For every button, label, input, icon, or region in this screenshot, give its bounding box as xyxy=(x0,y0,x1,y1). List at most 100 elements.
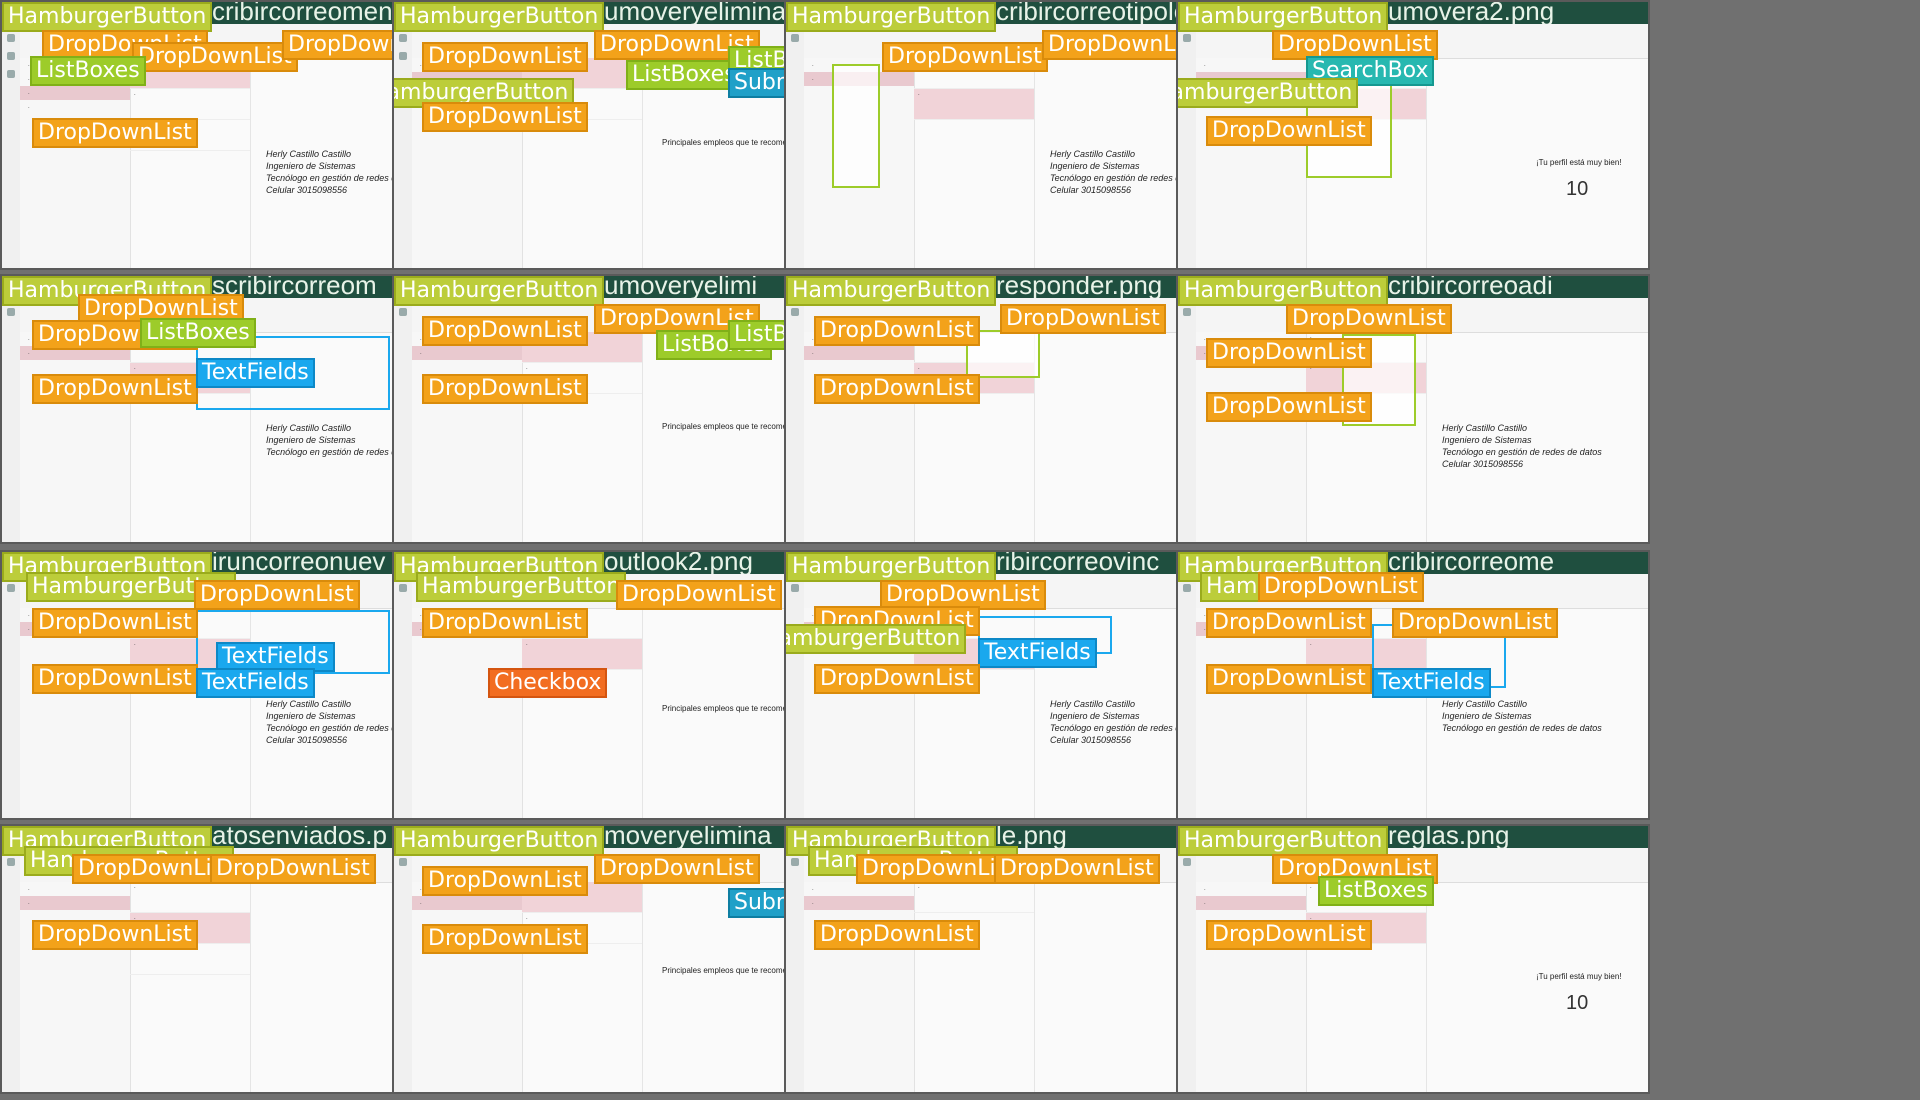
app-rail xyxy=(2,24,21,268)
message-list: .. xyxy=(522,332,643,542)
folder-pane: .. xyxy=(1196,882,1307,1092)
dropdown-label: DropDownList xyxy=(994,854,1160,884)
signature-name: Herly Castillo Castillo xyxy=(1442,699,1528,709)
hamburger-button-label: HamburgerButton xyxy=(786,276,997,306)
mail-icon[interactable] xyxy=(399,34,407,42)
tile-4: umovera2.png .. .. ¡Tu perfil está muy b… xyxy=(1178,2,1648,268)
listboxes-label: ListBoxes xyxy=(30,56,146,86)
dropdown-label: DropDownList xyxy=(194,580,360,610)
dropdown-label: DropDownList xyxy=(1206,920,1372,950)
app-rail xyxy=(786,298,805,542)
signature: Herly Castillo Castillo Ingeniero de Sis… xyxy=(1442,422,1602,470)
calendar-icon[interactable] xyxy=(7,52,15,60)
profile-title: ¡Tu perfil está muy bien! xyxy=(1536,158,1622,167)
dropdown-label: DropDownList xyxy=(32,664,198,694)
mail-icon[interactable] xyxy=(7,584,15,592)
message-list: ... xyxy=(130,58,251,268)
dropdown-label: DropDownList xyxy=(814,664,980,694)
app-rail xyxy=(394,24,413,268)
folder-pane: .. xyxy=(20,882,131,1092)
message-list: .. xyxy=(1306,882,1427,1092)
message-list: . xyxy=(914,882,1035,1092)
file-name: umoveryelimina xyxy=(604,2,787,24)
signature-degree: Tecnólogo en gestión de redes de datos xyxy=(1442,723,1602,733)
mail-icon[interactable] xyxy=(399,584,407,592)
profile-title: ¡Tu perfil está muy bien! xyxy=(1536,972,1622,981)
mail-icon[interactable] xyxy=(791,34,799,42)
tile-8: cribircorreoadi .. .. Herly Castillo Cas… xyxy=(1178,276,1648,542)
dropdown-label: DropDownList xyxy=(32,374,198,404)
reading-pane: Herly Castillo Castillo Ingeniero de Sis… xyxy=(1426,332,1648,542)
hamburger-button-label: HamburgerButton xyxy=(394,826,605,856)
app-rail xyxy=(786,574,805,818)
file-name: ribircorreovinc xyxy=(996,552,1160,574)
hamburger-button-label: HamburgerButton xyxy=(1178,826,1389,856)
mail-icon[interactable] xyxy=(791,584,799,592)
calendar-icon[interactable] xyxy=(399,52,407,60)
mail-icon[interactable] xyxy=(1183,34,1191,42)
file-name: le.png xyxy=(996,826,1067,848)
dropdown-label: DropDownList xyxy=(814,920,980,950)
folder-pane: .. xyxy=(1196,608,1307,818)
app-rail xyxy=(394,574,413,818)
hamburger-button-label: HamburgerButton xyxy=(786,624,967,654)
dropdown-label: DropDownList xyxy=(32,118,198,148)
app-rail xyxy=(394,298,413,542)
file-name: cribircorreome xyxy=(1388,552,1555,574)
mail-icon[interactable] xyxy=(7,34,15,42)
signature-role: Ingeniero de Sistemas xyxy=(1442,435,1532,445)
hamburger-button-label: HamburgerButton xyxy=(786,2,997,32)
listboxes-label: ListBoxes xyxy=(1318,876,1434,906)
dropdown-label: DropDownList xyxy=(814,316,980,346)
app-rail xyxy=(2,848,21,1092)
dropdown-label: DropDownList xyxy=(32,608,198,638)
textfields-label: TextFields xyxy=(196,668,315,698)
mail-icon[interactable] xyxy=(791,308,799,316)
file-name: reglas.png xyxy=(1388,826,1510,848)
signature-phone: Celular 3015098556 xyxy=(1442,459,1524,469)
app-rail xyxy=(1178,298,1197,542)
dropdown-label: DropDownList xyxy=(1206,116,1372,146)
dropdown-label: DropDownList xyxy=(1206,608,1372,638)
file-name: moveryelimina xyxy=(604,826,772,848)
hamburger-button-label: HamburgerButton xyxy=(394,2,605,32)
hamburger-button-label: HamburgerButton xyxy=(2,2,213,32)
file-name: outlook2.png xyxy=(604,552,753,574)
mail-icon[interactable] xyxy=(399,308,407,316)
textfields-label: TextFields xyxy=(196,358,315,388)
people-icon[interactable] xyxy=(7,70,15,78)
app-rail xyxy=(786,848,805,1092)
app-rail xyxy=(2,574,21,818)
folder-pane: .. xyxy=(412,332,523,542)
file-name: atosenviados.p xyxy=(212,826,387,848)
dropdown-label: DropDownList xyxy=(210,854,376,884)
folder-pane: .. xyxy=(412,608,523,818)
mail-icon[interactable] xyxy=(7,308,15,316)
checkbox-label: Checkbox xyxy=(488,668,608,698)
mail-icon[interactable] xyxy=(399,858,407,866)
mail-icon[interactable] xyxy=(791,858,799,866)
signature-degree: Tecnólogo en gestión de redes de datos xyxy=(1442,447,1602,457)
tile-12: cribircorreome .. .. Herly Castillo Cast… xyxy=(1178,552,1648,818)
file-name: umovera2.png xyxy=(1388,2,1555,24)
folder-pane: .. xyxy=(20,608,131,818)
message-list: .. xyxy=(522,882,643,1092)
dropdown-label: DropDownList xyxy=(1206,664,1372,694)
dropdown-label: DropDownList xyxy=(422,924,588,954)
mail-icon[interactable] xyxy=(1183,584,1191,592)
file-name: cribircorreomenu xyxy=(212,2,408,24)
textfields-label: TextFields xyxy=(1372,668,1491,698)
file-name: cribircorreotipole xyxy=(996,2,1189,24)
dropdown-label: DropDownList xyxy=(594,854,760,884)
dropdown-label: DropDownList xyxy=(132,42,298,72)
profile-views: 10 xyxy=(1566,178,1589,200)
mail-icon[interactable] xyxy=(7,858,15,866)
hamburger-button-label: HamburgerButton xyxy=(786,552,997,582)
mail-icon[interactable] xyxy=(1183,858,1191,866)
dropdown-label: DropDownList xyxy=(1206,392,1372,422)
file-name: iruncorreonuev xyxy=(212,552,386,574)
mail-icon[interactable] xyxy=(1183,308,1191,316)
reading-pane: ¡Tu perfil está muy bien! 10 xyxy=(1426,58,1648,268)
folder-pane: .. xyxy=(20,332,131,542)
tile-16: reglas.png .. .. ¡Tu perfil está muy bie… xyxy=(1178,826,1648,1092)
